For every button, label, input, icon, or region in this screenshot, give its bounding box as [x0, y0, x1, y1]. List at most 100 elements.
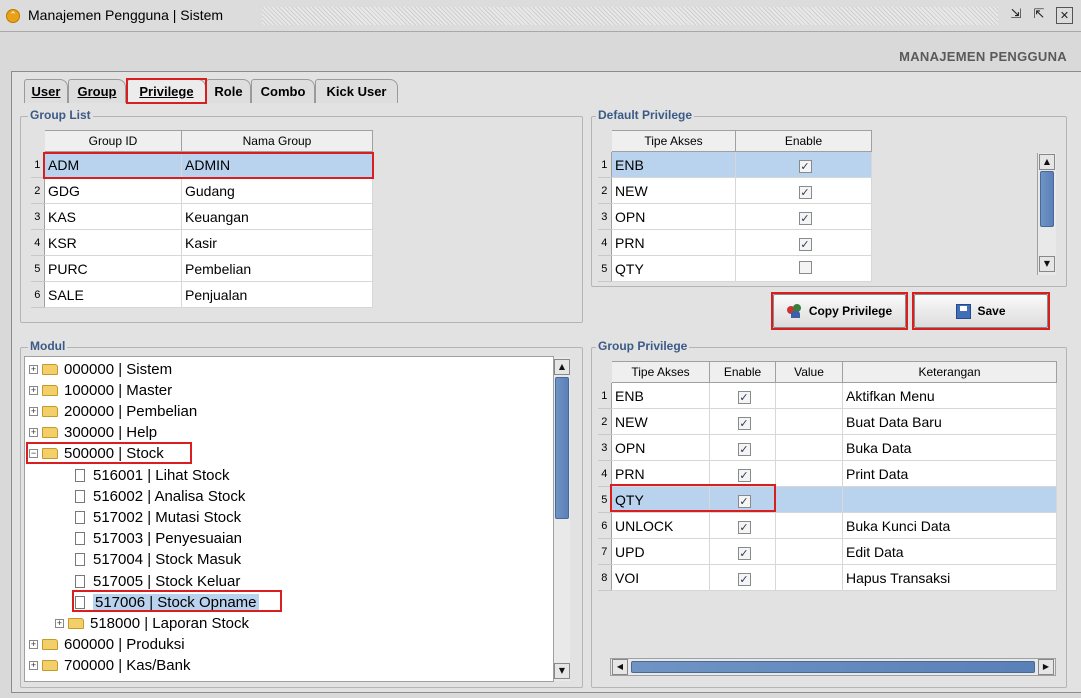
tree-node[interactable]: 516001 | Lihat Stock	[75, 465, 230, 485]
table-row[interactable]: 2 GDG Gudang	[30, 177, 373, 204]
tipe-akses-cell[interactable]: PRN	[611, 460, 710, 487]
keterangan-cell[interactable]: Print Data	[842, 460, 1057, 487]
enable-checkbox[interactable]: ✓	[737, 390, 751, 404]
table-row[interactable]: 8 VOI ✓ Hapus Transaksi	[597, 564, 1057, 591]
value-cell[interactable]	[775, 408, 843, 435]
tree-node[interactable]: 517002 | Mutasi Stock	[75, 507, 241, 527]
table-row[interactable]: 5 QTY	[597, 255, 872, 282]
tree-node[interactable]: 517004 | Stock Masuk	[75, 550, 241, 570]
maximize-icon[interactable]: ⇱	[1029, 5, 1049, 25]
enable-cell[interactable]: ✓	[735, 203, 872, 230]
nama-group-cell[interactable]: Penjualan	[181, 281, 373, 308]
modul-tree[interactable]: +000000 | Sistem +100000 | Master +200000 …	[24, 356, 554, 682]
tree-node-label[interactable]: 100000 | Master	[64, 382, 172, 399]
tipe-akses-cell[interactable]: UNLOCK	[611, 512, 710, 539]
table-row[interactable]: 6 SALE Penjualan	[30, 281, 373, 308]
column-header-tipe-akses[interactable]: Tipe Akses	[611, 130, 736, 152]
table-row[interactable]: 3 OPN ✓	[597, 203, 872, 230]
expand-icon[interactable]: +	[29, 364, 38, 374]
table-row[interactable]: 5 QTY ✓	[597, 486, 1057, 513]
tree-node[interactable]: +200000 | Pembelian	[29, 401, 197, 421]
close-icon[interactable]: ✕	[1056, 7, 1073, 24]
column-header-nama-group[interactable]: Nama Group	[181, 130, 373, 152]
tree-node[interactable]: 516002 | Analisa Stock	[75, 486, 245, 506]
tab-combo[interactable]: Combo	[251, 79, 315, 103]
group-privilege-hscrollbar[interactable]: ◀ ▶	[610, 658, 1056, 676]
group-id-cell[interactable]: KAS	[44, 203, 182, 230]
keterangan-cell[interactable]: Hapus Transaksi	[842, 564, 1057, 591]
group-list-table[interactable]: Group ID Nama Group 1 ADM ADMIN 2 GDG Gudang 3…	[30, 130, 373, 308]
scroll-up-icon[interactable]: ▲	[554, 359, 570, 375]
group-id-cell[interactable]: SALE	[44, 281, 182, 308]
table-row[interactable]: 4 PRN ✓ Print Data	[597, 460, 1057, 487]
tree-node[interactable]: +300000 | Help	[29, 423, 157, 443]
table-row[interactable]: 4 KSR Kasir	[30, 229, 373, 256]
value-cell[interactable]	[775, 564, 843, 591]
expand-icon[interactable]: +	[55, 618, 64, 628]
enable-checkbox[interactable]: ✓	[798, 159, 812, 173]
tipe-akses-cell[interactable]: NEW	[611, 177, 736, 204]
restore-icon[interactable]: ⇲	[1006, 5, 1026, 25]
table-row[interactable]: 2 NEW ✓ Buat Data Baru	[597, 408, 1057, 435]
tree-node[interactable]: +100000 | Master	[29, 380, 172, 400]
nama-group-cell[interactable]: Keuangan	[181, 203, 373, 230]
table-row[interactable]: 1 ENB ✓ Aktifkan Menu	[597, 382, 1057, 409]
scroll-down-icon[interactable]: ▼	[554, 663, 570, 679]
expand-icon[interactable]: +	[29, 406, 38, 416]
value-cell[interactable]	[775, 460, 843, 487]
tab-kick-user[interactable]: Kick User	[315, 79, 398, 103]
column-header-enable[interactable]: Enable	[709, 361, 776, 383]
tipe-akses-cell[interactable]: UPD	[611, 538, 710, 565]
column-header-tipe-akses[interactable]: Tipe Akses	[611, 361, 710, 383]
expand-icon[interactable]: +	[29, 640, 38, 650]
group-id-cell[interactable]: ADM	[44, 151, 182, 178]
enable-checkbox[interactable]: ✓	[737, 572, 751, 586]
tab-privilege[interactable]: Privilege	[127, 79, 206, 104]
tree-node[interactable]: − 500000 | Stock	[29, 444, 164, 464]
modul-tree-scrollbar[interactable]: ▲ ▼	[553, 357, 570, 681]
expand-icon[interactable]: +	[29, 428, 38, 438]
default-privilege-table[interactable]: Tipe Akses Enable 1 ENB ✓ 2 NEW ✓ 3 OPN ✓ 4 PRN ✓ 5 Q…	[597, 130, 872, 282]
scroll-down-icon[interactable]: ▼	[1039, 256, 1055, 272]
scroll-right-icon[interactable]: ▶	[1038, 659, 1054, 675]
scroll-thumb[interactable]	[631, 661, 1035, 673]
tree-node[interactable]: 517005 | Stock Keluar	[75, 571, 240, 591]
value-cell[interactable]	[775, 382, 843, 409]
enable-cell[interactable]: ✓	[709, 512, 776, 539]
scroll-thumb[interactable]	[1040, 171, 1054, 227]
keterangan-cell[interactable]	[842, 486, 1057, 513]
tree-node[interactable]: +600000 | Produksi	[29, 635, 185, 655]
table-row[interactable]: 7 UPD ✓ Edit Data	[597, 538, 1057, 565]
tree-node-label[interactable]: 518000 | Laporan Stock	[90, 615, 249, 632]
column-header-enable[interactable]: Enable	[735, 130, 872, 152]
tree-node-label[interactable]: 517004 | Stock Masuk	[93, 551, 241, 568]
nama-group-cell[interactable]: Gudang	[181, 177, 373, 204]
enable-cell[interactable]: ✓	[709, 408, 776, 435]
value-cell[interactable]	[775, 434, 843, 461]
enable-checkbox[interactable]	[798, 260, 812, 274]
collapse-icon[interactable]: −	[29, 449, 38, 459]
table-row[interactable]: 2 NEW ✓	[597, 177, 872, 204]
enable-checkbox[interactable]: ✓	[737, 416, 751, 430]
tipe-akses-cell[interactable]: PRN	[611, 229, 736, 256]
tab-user[interactable]: User	[24, 79, 68, 103]
tree-node[interactable]: +518000 | Laporan Stock	[55, 613, 249, 633]
scroll-thumb[interactable]	[555, 377, 569, 519]
enable-cell[interactable]: ✓	[709, 564, 776, 591]
group-id-cell[interactable]: KSR	[44, 229, 182, 256]
tree-node-label[interactable]: 516001 | Lihat Stock	[93, 467, 230, 484]
nama-group-cell[interactable]: ADMIN	[181, 151, 373, 178]
keterangan-cell[interactable]: Buat Data Baru	[842, 408, 1057, 435]
keterangan-cell[interactable]: Buka Kunci Data	[842, 512, 1057, 539]
tree-node-label[interactable]: 600000 | Produksi	[64, 636, 185, 653]
keterangan-cell[interactable]: Aktifkan Menu	[842, 382, 1057, 409]
tipe-akses-cell[interactable]: NEW	[611, 408, 710, 435]
tab-role[interactable]: Role	[206, 79, 251, 103]
tree-node-label[interactable]: 517002 | Mutasi Stock	[93, 509, 241, 526]
keterangan-cell[interactable]: Buka Data	[842, 434, 1057, 461]
scroll-left-icon[interactable]: ◀	[612, 659, 628, 675]
table-row[interactable]: 1 ENB ✓	[597, 151, 872, 178]
tree-node-label[interactable]: 300000 | Help	[64, 424, 157, 441]
table-row[interactable]: 3 OPN ✓ Buka Data	[597, 434, 1057, 461]
enable-cell[interactable]: ✓	[735, 151, 872, 178]
